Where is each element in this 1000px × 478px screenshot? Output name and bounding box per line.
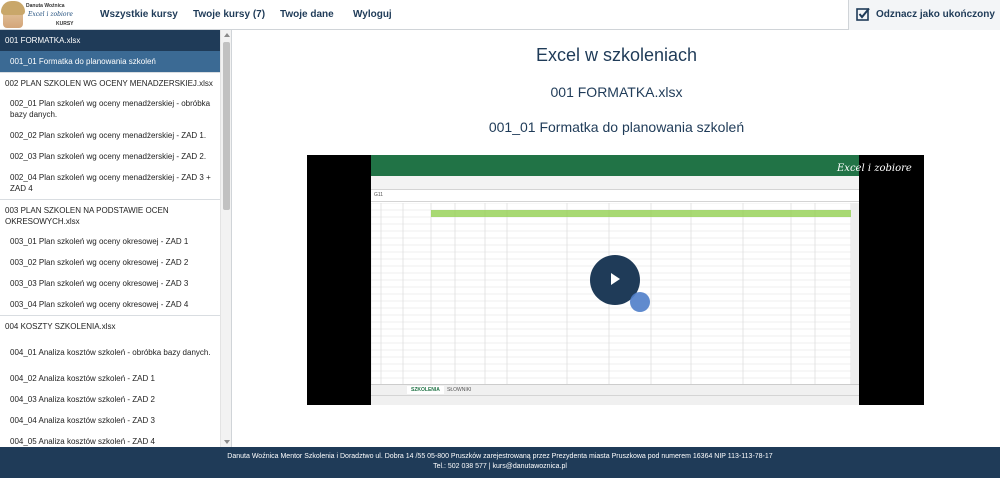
sidebar-lesson-item[interactable]: 004_03 Analiza kosztów szkoleń - ZAD 2 <box>0 389 220 410</box>
sidebar-lesson-item[interactable]: 004_01 Analiza kosztów szkoleń - obróbka… <box>0 336 220 368</box>
scroll-thumb[interactable] <box>223 42 230 210</box>
sheet-tab-szkolenia: SZKOLENIA <box>407 386 444 394</box>
file-title: 001 FORMATKA.xlsx <box>550 84 683 100</box>
sidebar-lesson-item[interactable]: 004_05 Analiza kosztów szkoleń - ZAD 4 <box>0 431 220 447</box>
sidebar-section[interactable]: 002 PLAN SZKOLEN WG OCENY MENADZERSKIEJ.… <box>0 72 220 93</box>
nav-all-courses[interactable]: Wszystkie kursy <box>100 0 178 30</box>
logo-portrait <box>1 1 25 28</box>
nav-logout[interactable]: Wyloguj <box>353 0 392 30</box>
sidebar-lesson-item[interactable]: 003_04 Plan szkoleń wg oceny okresowej -… <box>0 294 220 315</box>
footer: Danuta Woźnica Mentor Szkolenia i Doradz… <box>0 447 1000 478</box>
lesson-title: 001_01 Formatka do planowania szkoleń <box>488 119 745 135</box>
sidebar-lesson-item[interactable]: 002_02 Plan szkoleń wg oceny menadżerski… <box>0 125 220 146</box>
video-watermark: Excel i zobiore <box>837 163 912 174</box>
play-icon <box>611 273 620 285</box>
footer-address: Danuta Woźnica Mentor Szkolenia i Doradz… <box>227 453 773 460</box>
sidebar-lesson-item[interactable]: 002_01 Plan szkoleń wg oceny menadżerski… <box>0 93 220 125</box>
mark-complete-label: Odznacz jako ukończony <box>876 9 995 20</box>
checkbox-check-icon <box>856 7 870 21</box>
sidebar-lesson-item[interactable]: 004_04 Analiza kosztów szkoleń - ZAD 3 <box>0 410 220 431</box>
logo-kursy: KURSY <box>56 21 74 27</box>
excel-status-bar <box>371 395 859 405</box>
footer-contact: Tel.: 502 038 577 | kurs@danutawoznica.p… <box>433 463 567 470</box>
excel-toolbar <box>371 176 859 190</box>
top-bar: Danuta Woźnica Excel i zobiore KURSY Wsz… <box>0 0 1000 30</box>
sidebar-section[interactable]: 003 PLAN SZKOLEN NA PODSTAWIE OCEN OKRES… <box>0 199 220 231</box>
logo[interactable]: Danuta Woźnica Excel i zobiore KURSY <box>0 0 84 30</box>
sidebar-scrollbar[interactable] <box>220 30 231 447</box>
sidebar-lesson-item[interactable]: 003_03 Plan szkoleń wg oceny okresowej -… <box>0 273 220 294</box>
excel-sheet-tabs: SZKOLENIA SŁOWNIKI <box>371 384 859 395</box>
page-title: Excel w szkoleniach <box>535 45 698 65</box>
mark-complete-button[interactable]: Odznacz jako ukończony <box>848 0 1000 30</box>
logo-script: Excel i zobiore <box>28 11 73 18</box>
sidebar-lesson-item[interactable]: 001_01 Formatka do planowania szkoleń <box>0 51 220 72</box>
nav-your-data[interactable]: Twoje dane <box>280 0 334 30</box>
grid-header-highlight <box>431 210 851 217</box>
nav-your-courses[interactable]: Twoje kursy (7) <box>193 0 265 30</box>
sheet-tab-slowniki: SŁOWNIKI <box>447 387 472 393</box>
lesson-list: 001 FORMATKA.xlsx 001_01 Formatka do plan… <box>0 30 220 447</box>
mouse-cursor-highlight <box>630 292 650 312</box>
scroll-down-icon[interactable] <box>224 440 230 444</box>
logo-name: Danuta Woźnica <box>26 3 65 9</box>
sidebar-section[interactable]: 001 FORMATKA.xlsx <box>0 30 220 51</box>
excel-ribbon <box>371 165 859 176</box>
excel-formula-bar: G11 <box>371 191 859 202</box>
lesson-sidebar: 001 FORMATKA.xlsx 001_01 Formatka do plan… <box>0 30 232 447</box>
main-content: Excel w szkoleniach 001 FORMATKA.xlsx 00… <box>233 30 1000 447</box>
sidebar-lesson-item[interactable]: 003_01 Plan szkoleń wg oceny okresowej -… <box>0 231 220 252</box>
sidebar-lesson-item[interactable]: 002_03 Plan szkoleń wg oceny menadżerski… <box>0 146 220 167</box>
excel-name-box: G11 <box>374 192 384 198</box>
video-player[interactable]: G11 SZKOLENIA SŁOWNIKI Excel i zobiore <box>307 155 924 405</box>
sidebar-lesson-item[interactable]: 004_02 Analiza kosztów szkoleń - ZAD 1 <box>0 368 220 389</box>
sidebar-lesson-item[interactable]: 003_02 Plan szkoleń wg oceny okresowej -… <box>0 252 220 273</box>
excel-title-bar <box>371 155 859 165</box>
sidebar-section[interactable]: 004 KOSZTY SZKOLENIA.xlsx <box>0 315 220 336</box>
excel-vscroll <box>851 203 859 384</box>
sidebar-lesson-item[interactable]: 002_04 Plan szkoleń wg oceny menadżerski… <box>0 167 220 199</box>
scroll-up-icon[interactable] <box>224 33 230 37</box>
